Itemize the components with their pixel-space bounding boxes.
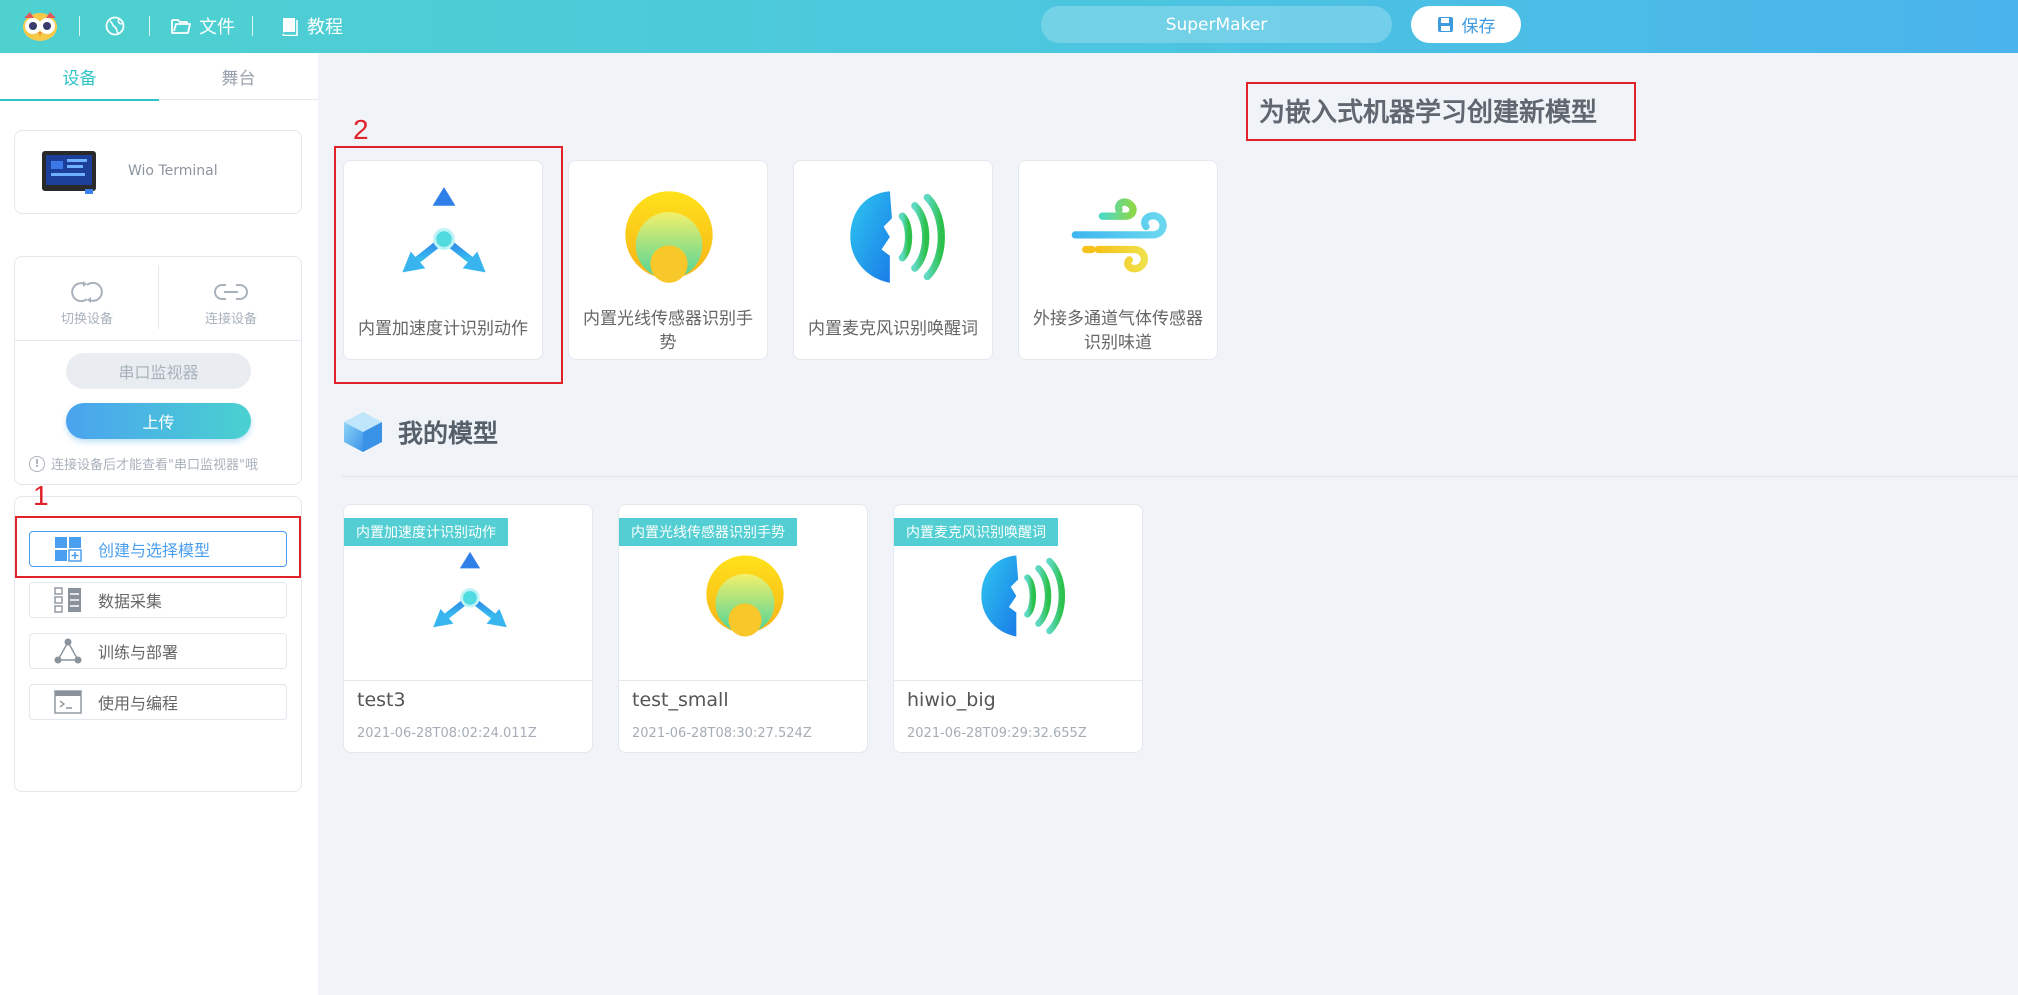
my-models-title: 我的模型 bbox=[398, 419, 499, 448]
model-date: 2021-06-28T09:29:32.655Z bbox=[907, 726, 1087, 741]
language-button[interactable] bbox=[105, 13, 133, 39]
device-name: Wio Terminal bbox=[128, 163, 218, 179]
toolbar-divider bbox=[149, 16, 150, 36]
model-card-test-small[interactable]: 内置光线传感器识别手势 test_small 2021-06-28T08:30:… bbox=[618, 504, 868, 753]
terminal-icon bbox=[54, 690, 82, 714]
model-type-label: 内置加速度计识别动作 bbox=[358, 319, 528, 339]
connect-device-label: 连接设备 bbox=[204, 311, 257, 327]
model-card-test3[interactable]: 内置加速度计识别动作 test3 2021-06-28T08:02:24.011… bbox=[343, 504, 593, 753]
model-type-card-gas-sensor[interactable]: 外接多通道气体传感器识别味道 bbox=[1018, 160, 1218, 360]
section-divider bbox=[342, 476, 2018, 477]
data-collection-icon bbox=[54, 587, 81, 613]
tab-device[interactable]: 设备 bbox=[0, 53, 159, 101]
model-date: 2021-06-28T08:30:27.524Z bbox=[632, 726, 812, 741]
book-icon bbox=[282, 18, 298, 36]
model-type-tag: 内置光线传感器识别手势 bbox=[619, 518, 797, 546]
step-train-deploy[interactable]: 训练与部署 bbox=[29, 633, 287, 669]
top-bar: 文件 教程 SuperMaker 保存 bbox=[0, 0, 2018, 53]
divider bbox=[619, 680, 867, 681]
tutorial-menu[interactable]: 教程 bbox=[281, 13, 343, 39]
model-type-tag: 内置麦克风识别唤醒词 bbox=[894, 518, 1058, 546]
save-button-label: 保存 bbox=[1461, 17, 1496, 37]
model-type-tag: 内置加速度计识别动作 bbox=[344, 518, 508, 546]
owl-logo-icon[interactable] bbox=[22, 10, 58, 42]
divider bbox=[15, 340, 301, 341]
my-models-heading: 我的模型 bbox=[342, 410, 498, 454]
wio-terminal-image bbox=[42, 151, 96, 194]
folder-icon bbox=[171, 19, 191, 34]
toolbar-divider bbox=[79, 16, 80, 36]
model-type-label: 外接多通道气体传感器识别味道 bbox=[1033, 309, 1203, 353]
model-name: hiwio_big bbox=[907, 689, 996, 711]
annotation-box-step bbox=[15, 516, 301, 578]
link-icon bbox=[214, 283, 248, 300]
create-model-title: 为嵌入式机器学习创建新模型 bbox=[1259, 98, 1598, 128]
serial-monitor-button[interactable]: 串口监视器 bbox=[66, 353, 251, 389]
upload-button[interactable]: 上传 bbox=[66, 403, 251, 439]
light-sensor-icon bbox=[699, 550, 791, 642]
model-type-card-accelerometer[interactable]: 内置加速度计识别动作 bbox=[343, 160, 543, 360]
model-name: test_small bbox=[632, 689, 729, 711]
model-type-label: 内置麦克风识别唤醒词 bbox=[808, 319, 978, 339]
tutorial-menu-label: 教程 bbox=[307, 17, 343, 38]
project-name-field[interactable]: SuperMaker bbox=[1041, 6, 1392, 43]
divider bbox=[344, 680, 592, 681]
accelerometer-icon bbox=[424, 550, 516, 642]
switch-icon bbox=[71, 280, 103, 303]
model-name: test3 bbox=[357, 689, 406, 711]
tab-stage[interactable]: 舞台 bbox=[159, 53, 318, 100]
model-type-card-microphone[interactable]: 内置麦克风识别唤醒词 bbox=[793, 160, 993, 360]
file-menu[interactable]: 文件 bbox=[171, 13, 235, 39]
step-label: 训练与部署 bbox=[98, 643, 179, 662]
microphone-icon bbox=[974, 550, 1066, 642]
serial-monitor-hint: ! 连接设备后才能查看"串口监视器"哦 bbox=[29, 454, 301, 473]
cube-icon bbox=[344, 412, 382, 452]
info-icon: ! bbox=[29, 455, 45, 472]
step-label: 数据采集 bbox=[98, 592, 163, 611]
model-type-card-light-sensor[interactable]: 内置光线传感器识别手势 bbox=[568, 160, 768, 360]
device-card[interactable]: Wio Terminal bbox=[14, 130, 302, 214]
hint-text: 连接设备后才能查看"串口监视器"哦 bbox=[51, 458, 258, 473]
switch-device-label: 切换设备 bbox=[60, 311, 113, 327]
step-data-collection[interactable]: 数据采集 bbox=[29, 582, 287, 618]
switch-device-button[interactable]: 切换设备 bbox=[17, 269, 157, 337]
model-date: 2021-06-28T08:02:24.011Z bbox=[357, 726, 537, 741]
divider bbox=[158, 265, 159, 329]
globe-icon bbox=[105, 16, 125, 36]
model-type-label: 内置光线传感器识别手势 bbox=[583, 309, 753, 353]
save-icon bbox=[1437, 17, 1453, 32]
device-control-panel: 切换设备 连接设备 串口监视器 上传 ! 连接设备后才能查看"串口监视器"哦 bbox=[14, 256, 302, 485]
save-button[interactable]: 保存 bbox=[1411, 6, 1521, 43]
file-menu-label: 文件 bbox=[199, 17, 235, 38]
annotation-number-2: 2 bbox=[353, 114, 369, 145]
sidebar-tabs: 设备 舞台 bbox=[0, 53, 318, 101]
connect-device-button[interactable]: 连接设备 bbox=[161, 269, 301, 337]
network-icon bbox=[54, 638, 82, 664]
microphone-icon bbox=[842, 185, 946, 289]
gas-sensor-icon bbox=[1067, 185, 1171, 289]
model-card-hiwio-big[interactable]: 内置麦克风识别唤醒词 hiwio_big 2021-06-28T09:29:32… bbox=[893, 504, 1143, 753]
step-label: 使用与编程 bbox=[98, 694, 179, 713]
accelerometer-icon bbox=[392, 185, 496, 289]
toolbar-divider bbox=[252, 16, 253, 36]
annotation-number-1: 1 bbox=[33, 480, 49, 511]
divider bbox=[894, 680, 1142, 681]
step-use-program[interactable]: 使用与编程 bbox=[29, 684, 287, 720]
light-sensor-icon bbox=[617, 185, 721, 289]
